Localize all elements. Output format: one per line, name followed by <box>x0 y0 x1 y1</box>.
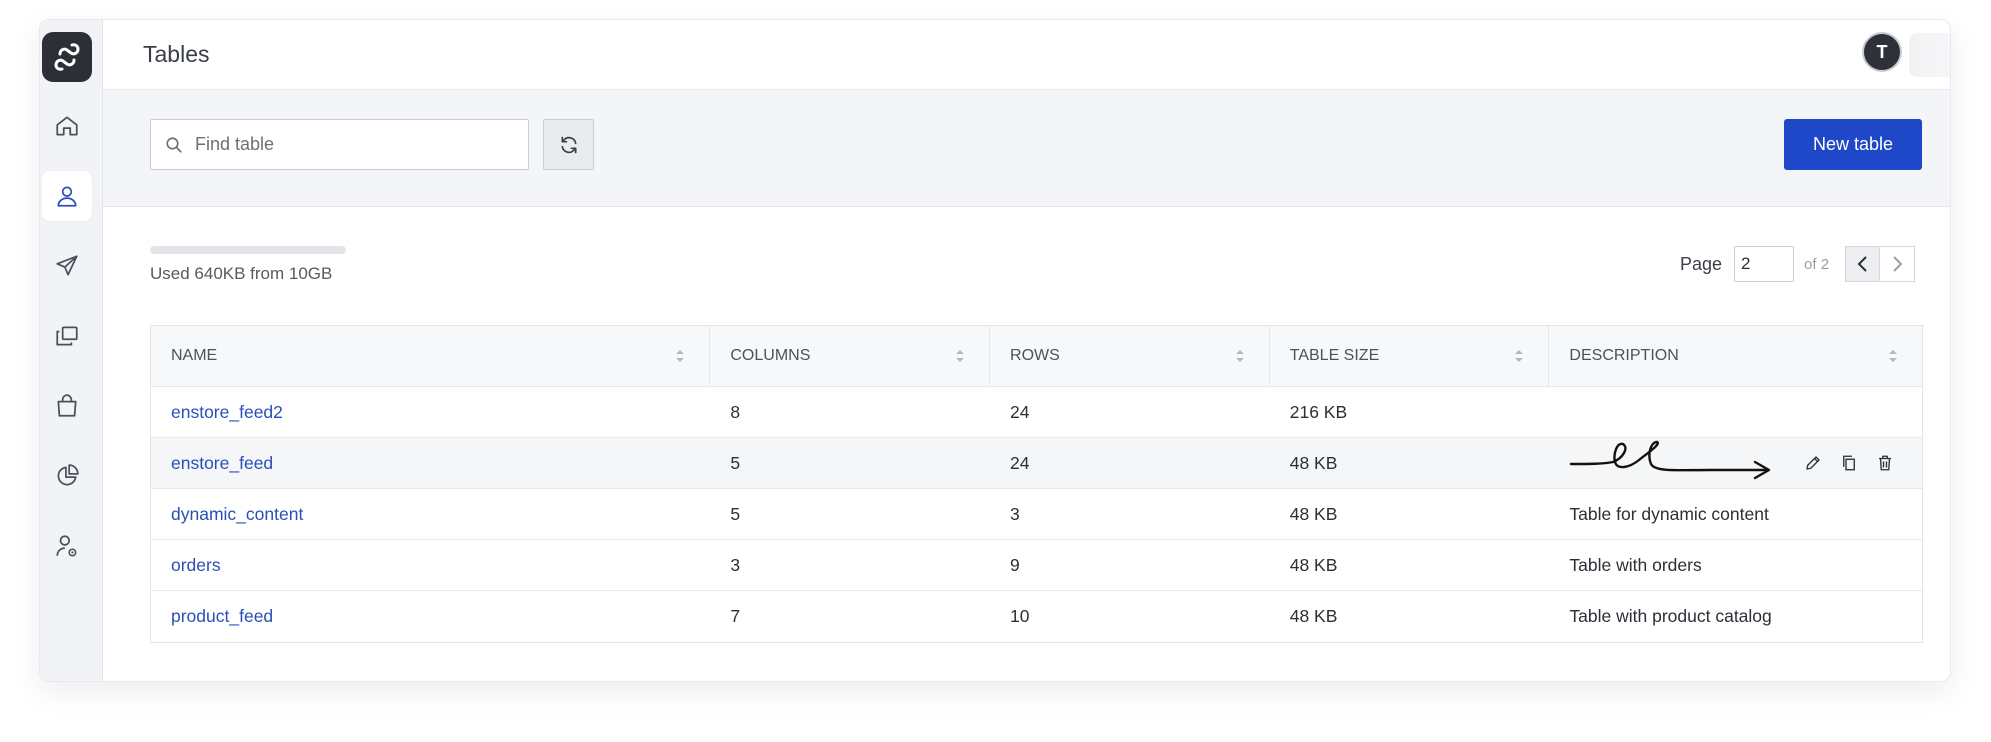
sidebar-item-campaigns[interactable] <box>42 241 92 291</box>
column-header-name[interactable]: NAME <box>151 326 711 386</box>
table-name-link[interactable]: orders <box>171 555 221 576</box>
column-header-description[interactable]: DESCRIPTION <box>1549 326 1922 386</box>
column-header-label: ROWS <box>1010 347 1060 364</box>
chevron-right-icon <box>1893 256 1903 272</box>
send-icon <box>56 255 78 276</box>
table-name-link[interactable]: enstore_feed <box>171 453 273 474</box>
table-row[interactable]: orders 3 9 48 KB Table with orders <box>151 540 1922 591</box>
table-columns-count: 5 <box>730 452 741 473</box>
table-row[interactable]: product_feed 7 10 48 KB Table with produ… <box>151 591 1922 642</box>
sidebar-item-contacts[interactable] <box>42 171 92 221</box>
page-title: Tables <box>143 41 210 67</box>
column-header-label: NAME <box>171 347 218 364</box>
column-header-rows[interactable]: ROWS <box>990 326 1270 386</box>
table-description: Table with product catalog <box>1569 606 1772 626</box>
app-logo[interactable] <box>42 32 92 82</box>
table-row[interactable]: dynamic_content 5 3 48 KB Table for dyna… <box>151 489 1922 540</box>
table-row[interactable]: enstore_feed 5 24 48 KB <box>151 438 1922 489</box>
sort-icon <box>676 350 685 362</box>
copy-icon <box>56 326 78 346</box>
user-name-redacted <box>1909 33 1950 77</box>
previous-page-button[interactable] <box>1845 246 1881 282</box>
table-rows-count: 24 <box>1010 401 1030 422</box>
tables-list: NAME COLUMNS ROWS TABLE SIZE DESCRIPTION… <box>150 325 1923 643</box>
table-size: 216 KB <box>1289 401 1348 422</box>
search-icon <box>166 136 182 153</box>
delete-icon[interactable] <box>1876 454 1894 472</box>
table-columns-count: 5 <box>730 503 741 524</box>
table-rows-count: 24 <box>1010 452 1030 473</box>
logo-icon <box>54 43 80 71</box>
column-header-columns[interactable]: COLUMNS <box>710 326 991 386</box>
shopping-bag-icon <box>57 394 77 417</box>
sort-icon <box>1889 350 1897 362</box>
sidebar-item-home[interactable] <box>42 101 92 151</box>
table-description: Table for dynamic content <box>1569 503 1769 524</box>
table-header-row: NAME COLUMNS ROWS TABLE SIZE DESCRIPTION <box>151 326 1922 387</box>
next-page-button[interactable] <box>1880 246 1916 282</box>
page-number-input[interactable] <box>1734 246 1795 282</box>
sidebar-item-analytics[interactable] <box>42 451 92 501</box>
search-input[interactable] <box>195 134 515 155</box>
column-header-label: TABLE SIZE <box>1289 347 1380 364</box>
annotation-arrow-scribble <box>1570 440 1771 480</box>
table-name-link[interactable]: dynamic_content <box>171 504 303 525</box>
storage-usage-bar <box>150 246 346 254</box>
table-description: Table with orders <box>1569 554 1702 575</box>
duplicate-icon[interactable] <box>1840 454 1858 472</box>
column-header-table-size[interactable]: TABLE SIZE <box>1270 326 1550 386</box>
pie-chart-icon <box>57 464 79 486</box>
table-columns-count: 8 <box>730 401 741 422</box>
toolbar: New table <box>103 90 1950 207</box>
new-table-button[interactable]: New table <box>1784 119 1922 170</box>
table-size: 48 KB <box>1289 554 1338 575</box>
chevron-left-icon <box>1857 256 1867 272</box>
sort-icon <box>956 350 965 362</box>
sort-icon <box>1235 350 1244 362</box>
user-settings-icon <box>56 535 77 557</box>
table-rows-count: 3 <box>1010 503 1020 524</box>
table-rows-count: 10 <box>1010 606 1030 626</box>
pagination: Page of 2 <box>1680 246 1916 282</box>
avatar[interactable]: T <box>1862 32 1902 72</box>
pager-label: Page <box>1680 253 1723 274</box>
table-name-link[interactable]: enstore_feed2 <box>171 402 283 423</box>
sidebar-item-user-settings[interactable] <box>42 521 92 571</box>
refresh-button[interactable] <box>543 119 594 170</box>
home-icon <box>56 116 78 136</box>
table-size: 48 KB <box>1289 606 1338 626</box>
main-content: Used 640KB from 10GB Page of 2 NAME COLU… <box>103 208 1950 681</box>
column-header-label: DESCRIPTION <box>1569 347 1679 364</box>
sort-icon <box>1515 350 1524 362</box>
table-columns-count: 3 <box>730 554 741 575</box>
table-name-link[interactable]: product_feed <box>171 606 273 627</box>
table-row[interactable]: enstore_feed2 8 24 216 KB <box>151 387 1922 438</box>
table-rows-count: 9 <box>1010 554 1020 575</box>
app-window: Tables T New table Used 640KB from 10GB … <box>39 19 1951 682</box>
table-size: 48 KB <box>1289 452 1338 473</box>
sidebar-item-templates[interactable] <box>42 311 92 361</box>
sidebar-item-commerce[interactable] <box>42 381 92 431</box>
table-size: 48 KB <box>1289 503 1338 524</box>
row-actions <box>1804 454 1894 472</box>
sidebar <box>40 20 103 681</box>
table-columns-count: 7 <box>730 606 741 626</box>
topbar: Tables T <box>103 20 1950 90</box>
refresh-icon <box>561 136 576 153</box>
pager-total: of 2 <box>1804 255 1830 273</box>
edit-icon[interactable] <box>1804 454 1822 472</box>
user-icon <box>57 186 77 207</box>
storage-usage-text: Used 640KB from 10GB <box>150 264 333 283</box>
search-box <box>150 119 529 170</box>
column-header-label: COLUMNS <box>730 347 811 364</box>
